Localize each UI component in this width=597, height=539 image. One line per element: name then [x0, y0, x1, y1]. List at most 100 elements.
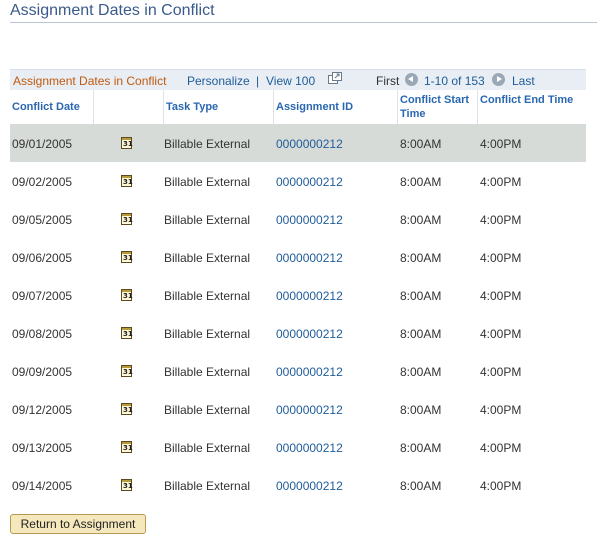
- conflict-date-cell: 09/07/2005: [12, 289, 73, 303]
- calendar-icon[interactable]: 31: [121, 479, 133, 491]
- calendar-icon-day: 31: [123, 292, 133, 300]
- table-row[interactable]: 09/14/2005 31 Billable External 0000000212 8…: [10, 466, 586, 504]
- column-header-conflict-date[interactable]: Conflict Date: [10, 90, 94, 124]
- grid-zoom-icon[interactable]: [328, 72, 342, 84]
- column-header-calendar: [94, 90, 164, 124]
- assignment-id-link[interactable]: 0000000212: [276, 137, 343, 151]
- calendar-icon[interactable]: 31: [121, 137, 133, 149]
- assignment-id-link[interactable]: 0000000212: [276, 175, 343, 189]
- calendar-icon[interactable]: 31: [121, 403, 133, 415]
- calendar-icon[interactable]: 31: [121, 289, 133, 301]
- calendar-icon-day: 31: [123, 368, 133, 376]
- row-range: 1-10 of 153: [424, 74, 485, 88]
- column-header-task-type[interactable]: Task Type: [164, 90, 274, 124]
- assignment-id-link[interactable]: 0000000212: [276, 327, 343, 341]
- calendar-icon-day: 31: [123, 406, 133, 414]
- assignment-id-link[interactable]: 0000000212: [276, 479, 343, 493]
- conflict-date-cell: 09/02/2005: [12, 175, 73, 189]
- conflict-date-cell: 09/14/2005: [12, 479, 73, 493]
- column-header-conflict-start-time[interactable]: Conflict Start Time: [398, 90, 478, 124]
- conflict-end-time-cell: 4:00PM: [480, 213, 522, 227]
- table-row[interactable]: 09/05/2005 31 Billable External 0000000212 8…: [10, 200, 586, 238]
- title-divider: [10, 22, 597, 23]
- conflict-end-time-cell: 4:00PM: [480, 137, 522, 151]
- personalize-link[interactable]: Personalize: [187, 74, 250, 88]
- conflict-end-time-cell: 4:00PM: [480, 327, 522, 341]
- conflict-start-time-cell: 8:00AM: [400, 403, 442, 417]
- calendar-icon[interactable]: 31: [121, 327, 133, 339]
- assignment-id-link[interactable]: 0000000212: [276, 441, 343, 455]
- conflict-start-time-cell: 8:00AM: [400, 365, 442, 379]
- grid-body: 09/01/2005 31 Billable External 0000000212 8…: [10, 124, 586, 504]
- conflict-end-time-cell: 4:00PM: [480, 175, 522, 189]
- table-row[interactable]: 09/09/2005 31 Billable External 0000000212 8…: [10, 352, 586, 390]
- table-row[interactable]: 09/02/2005 31 Billable External 0000000212 8…: [10, 162, 586, 200]
- grid-header-row: Conflict Date Task Type Assignment ID Co…: [10, 90, 586, 125]
- conflict-date-cell: 09/08/2005: [12, 327, 73, 341]
- conflict-date-cell: 09/09/2005: [12, 365, 73, 379]
- return-to-assignment-button[interactable]: Return to Assignment: [10, 514, 146, 534]
- conflict-end-time-cell: 4:00PM: [480, 441, 522, 455]
- assignment-id-link[interactable]: 0000000212: [276, 365, 343, 379]
- view-100-link[interactable]: View 100: [266, 74, 315, 88]
- conflict-start-time-cell: 8:00AM: [400, 213, 442, 227]
- conflict-start-time-cell: 8:00AM: [400, 441, 442, 455]
- table-row[interactable]: 09/01/2005 31 Billable External 0000000212 8…: [10, 124, 586, 162]
- conflict-date-cell: 09/05/2005: [12, 213, 73, 227]
- conflict-end-time-cell: 4:00PM: [480, 403, 522, 417]
- calendar-icon[interactable]: 31: [121, 213, 133, 225]
- task-type-cell: Billable External: [164, 479, 251, 493]
- calendar-icon[interactable]: 31: [121, 251, 133, 263]
- conflict-start-time-cell: 8:00AM: [400, 251, 442, 265]
- column-header-conflict-end-time[interactable]: Conflict End Time: [478, 90, 586, 124]
- calendar-icon-day: 31: [123, 178, 133, 186]
- calendar-icon-day: 31: [123, 444, 133, 452]
- calendar-icon-day: 31: [123, 140, 133, 148]
- assignment-id-link[interactable]: 0000000212: [276, 213, 343, 227]
- task-type-cell: Billable External: [164, 403, 251, 417]
- task-type-cell: Billable External: [164, 137, 251, 151]
- conflict-date-cell: 09/12/2005: [12, 403, 73, 417]
- previous-arrow-icon[interactable]: [405, 73, 418, 86]
- page-title: Assignment Dates in Conflict: [10, 2, 215, 19]
- task-type-cell: Billable External: [164, 251, 251, 265]
- task-type-cell: Billable External: [164, 175, 251, 189]
- calendar-icon[interactable]: 31: [121, 175, 133, 187]
- calendar-icon-day: 31: [123, 254, 133, 262]
- conflict-start-time-cell: 8:00AM: [400, 175, 442, 189]
- next-arrow-icon[interactable]: [492, 73, 505, 86]
- task-type-cell: Billable External: [164, 327, 251, 341]
- table-row[interactable]: 09/12/2005 31 Billable External 0000000212 8…: [10, 390, 586, 428]
- task-type-cell: Billable External: [164, 213, 251, 227]
- first-label: First: [376, 74, 400, 88]
- conflict-start-time-cell: 8:00AM: [400, 327, 442, 341]
- conflict-end-time-cell: 4:00PM: [480, 251, 522, 265]
- assignment-id-link[interactable]: 0000000212: [276, 251, 343, 265]
- conflict-end-time-cell: 4:00PM: [480, 289, 522, 303]
- assignment-id-link[interactable]: 0000000212: [276, 403, 343, 417]
- conflict-date-cell: 09/06/2005: [12, 251, 73, 265]
- last-link[interactable]: Last: [512, 74, 535, 88]
- table-row[interactable]: 09/13/2005 31 Billable External 0000000212 8…: [10, 428, 586, 466]
- task-type-cell: Billable External: [164, 365, 251, 379]
- assignment-id-link[interactable]: 0000000212: [276, 289, 343, 303]
- calendar-icon-day: 31: [123, 330, 133, 338]
- conflict-start-time-cell: 8:00AM: [400, 289, 442, 303]
- conflict-start-time-cell: 8:00AM: [400, 137, 442, 151]
- calendar-icon-day: 31: [123, 482, 133, 490]
- task-type-cell: Billable External: [164, 441, 251, 455]
- calendar-icon[interactable]: 31: [121, 441, 133, 453]
- calendar-icon[interactable]: 31: [121, 365, 133, 377]
- conflict-end-time-cell: 4:00PM: [480, 479, 522, 493]
- table-row[interactable]: 09/07/2005 31 Billable External 0000000212 8…: [10, 276, 586, 314]
- calendar-icon-day: 31: [123, 216, 133, 224]
- grid-caption: Assignment Dates in Conflict: [13, 74, 167, 88]
- column-header-assignment-id[interactable]: Assignment ID: [274, 90, 398, 124]
- table-row[interactable]: 09/06/2005 31 Billable External 0000000212 8…: [10, 238, 586, 276]
- conflict-start-time-cell: 8:00AM: [400, 479, 442, 493]
- grid-navigation-bar: Assignment Dates in Conflict Personalize…: [10, 69, 586, 90]
- table-row[interactable]: 09/08/2005 31 Billable External 0000000212 8…: [10, 314, 586, 352]
- conflict-date-cell: 09/01/2005: [12, 137, 73, 151]
- nav-separator: |: [256, 74, 260, 88]
- conflict-end-time-cell: 4:00PM: [480, 365, 522, 379]
